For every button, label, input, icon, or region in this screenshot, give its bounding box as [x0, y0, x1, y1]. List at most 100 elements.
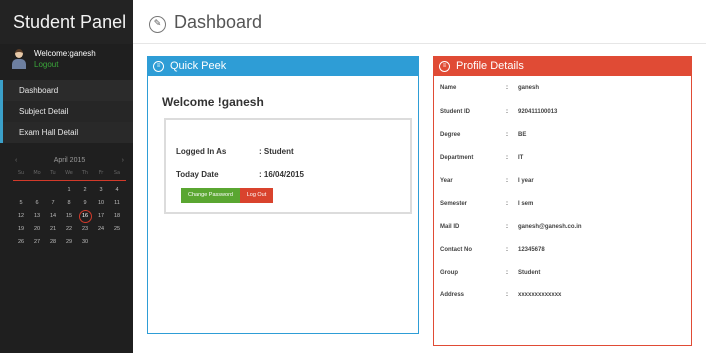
- calendar-day[interactable]: 7: [45, 197, 61, 210]
- profile-field-separator: :: [506, 292, 508, 298]
- profile-field-separator: :: [506, 247, 508, 253]
- profile-field-value: ganesh: [518, 85, 540, 91]
- sidebar: Student Panel Welcome:ganesh Logout Dash…: [0, 0, 133, 353]
- calendar-weekdays: Su Mo Tu We Th Fr Sa: [13, 168, 126, 181]
- profile-row: Address: xxxxxxxxxxxxx: [440, 292, 685, 304]
- calendar-blank: [29, 184, 45, 197]
- profile-field-value: I sem: [518, 201, 534, 207]
- calendar-day-today[interactable]: 16: [77, 210, 93, 223]
- profile-field-label: Group: [440, 270, 458, 276]
- user-panel: Welcome:ganesh Logout: [0, 44, 133, 78]
- user-avatar-icon: [12, 49, 26, 69]
- calendar-day[interactable]: 2: [77, 184, 93, 197]
- calendar-header: ‹ April 2015 ›: [13, 154, 126, 168]
- calendar-day[interactable]: 29: [61, 236, 77, 249]
- profile-row: Semester: I sem: [440, 201, 685, 213]
- panel-toggle-icon[interactable]: ≡: [439, 61, 450, 72]
- profile-field-value: 920411100013: [518, 109, 558, 115]
- profile-field-label: Contact No: [440, 247, 472, 253]
- chevron-left-icon[interactable]: ‹: [15, 154, 17, 168]
- profile-row: Year: I year: [440, 178, 685, 190]
- sidebar-nav: Dashboard Subject Detail Exam Hall Detai…: [0, 80, 133, 143]
- panel-toggle-icon[interactable]: ≡: [153, 61, 164, 72]
- avatar-head: [15, 49, 23, 58]
- weekday-label: We: [65, 170, 73, 176]
- profile-field-value: Student: [518, 270, 541, 276]
- profile-field-value: IT: [518, 155, 524, 161]
- logged-in-value: : Student: [259, 147, 294, 156]
- calendar-day[interactable]: 13: [29, 210, 45, 223]
- calendar-day[interactable]: 4: [109, 184, 125, 197]
- sidebar-item-exam-hall-detail[interactable]: Exam Hall Detail: [0, 122, 133, 143]
- calendar-blank: [13, 184, 29, 197]
- profile-field-label: Address: [440, 292, 465, 298]
- avatar-body: [12, 59, 26, 69]
- profile-field-value: 12345678: [518, 247, 545, 253]
- calendar-day[interactable]: 15: [61, 210, 77, 223]
- calendar-day[interactable]: 3: [93, 184, 109, 197]
- calendar-day[interactable]: 10: [93, 197, 109, 210]
- weekday-label: Mo: [33, 170, 41, 176]
- sidebar-item-subject-detail[interactable]: Subject Detail: [0, 101, 133, 122]
- profile-row: Department: IT: [440, 155, 685, 167]
- profile-field-separator: :: [506, 109, 508, 115]
- logout-link[interactable]: Logout: [34, 60, 58, 69]
- profile-details-header: ≡ Profile Details: [434, 57, 691, 76]
- profile-field-label: Name: [440, 85, 457, 91]
- calendar-day[interactable]: 5: [13, 197, 29, 210]
- calendar-day[interactable]: 18: [109, 210, 125, 223]
- logged-in-label: Logged In As: [176, 147, 227, 156]
- sidebar-item-dashboard[interactable]: Dashboard: [0, 80, 133, 101]
- calendar-day[interactable]: 14: [45, 210, 61, 223]
- weekday-label: Su: [17, 170, 25, 176]
- calendar-day[interactable]: 24: [93, 223, 109, 236]
- profile-field-label: Year: [440, 178, 453, 184]
- app-title: Student Panel: [0, 0, 133, 44]
- calendar-day[interactable]: 25: [109, 223, 125, 236]
- profile-field-value: I year: [518, 178, 534, 184]
- edit-icon: ✎: [149, 16, 166, 33]
- calendar-day[interactable]: 6: [29, 197, 45, 210]
- profile-field-separator: :: [506, 85, 508, 91]
- profile-row: Degree: BE: [440, 132, 685, 144]
- profile-field-label: Degree: [440, 132, 461, 138]
- profile-field-separator: :: [506, 155, 508, 161]
- profile-row: Contact No: 12345678: [440, 247, 685, 259]
- profile-field-separator: :: [506, 224, 508, 230]
- calendar-day[interactable]: 12: [13, 210, 29, 223]
- date-value: : 16/04/2015: [259, 170, 304, 179]
- calendar-day[interactable]: 19: [13, 223, 29, 236]
- calendar-grid: 1 2 3 4 5 6 7 8 9 10 11 12 13 14 15 16 17 18 19 20 21 22 23 24 2…: [13, 184, 126, 249]
- calendar-day[interactable]: 26: [13, 236, 29, 249]
- log-out-button[interactable]: Log Out: [240, 188, 273, 203]
- profile-row: Mail ID: ganesh@ganesh.co.in: [440, 224, 685, 236]
- calendar-day[interactable]: 28: [45, 236, 61, 249]
- calendar-day[interactable]: 20: [29, 223, 45, 236]
- profile-field-value: ganesh@ganesh.co.in: [518, 224, 582, 230]
- weekday-label: Fr: [98, 170, 104, 176]
- welcome-text: Welcome:ganesh: [34, 49, 96, 58]
- profile-row: Name: ganesh: [440, 85, 685, 97]
- calendar-day[interactable]: 30: [77, 236, 93, 249]
- quick-peek-panel: ≡ Quick Peek Welcome !ganesh Logged In A…: [147, 56, 419, 334]
- calendar-day[interactable]: 23: [77, 223, 93, 236]
- chevron-right-icon[interactable]: ›: [122, 154, 124, 168]
- calendar-day[interactable]: 22: [61, 223, 77, 236]
- calendar-day[interactable]: 27: [29, 236, 45, 249]
- profile-field-value: xxxxxxxxxxxxx: [518, 292, 562, 298]
- profile-field-separator: :: [506, 132, 508, 138]
- calendar-day[interactable]: 9: [77, 197, 93, 210]
- weekday-label: Th: [81, 170, 89, 176]
- calendar-day[interactable]: 21: [45, 223, 61, 236]
- calendar-day[interactable]: 1: [61, 184, 77, 197]
- profile-field-label: Mail ID: [440, 224, 460, 230]
- calendar-day[interactable]: 11: [109, 197, 125, 210]
- profile-row: Group: Student: [440, 270, 685, 282]
- calendar-day[interactable]: 17: [93, 210, 109, 223]
- calendar-day[interactable]: 8: [61, 197, 77, 210]
- quick-peek-header: ≡ Quick Peek: [148, 57, 418, 76]
- profile-field-value: BE: [518, 132, 527, 138]
- profile-field-separator: :: [506, 270, 508, 276]
- profile-field-separator: :: [506, 178, 508, 184]
- change-password-button[interactable]: Change Password: [181, 188, 240, 203]
